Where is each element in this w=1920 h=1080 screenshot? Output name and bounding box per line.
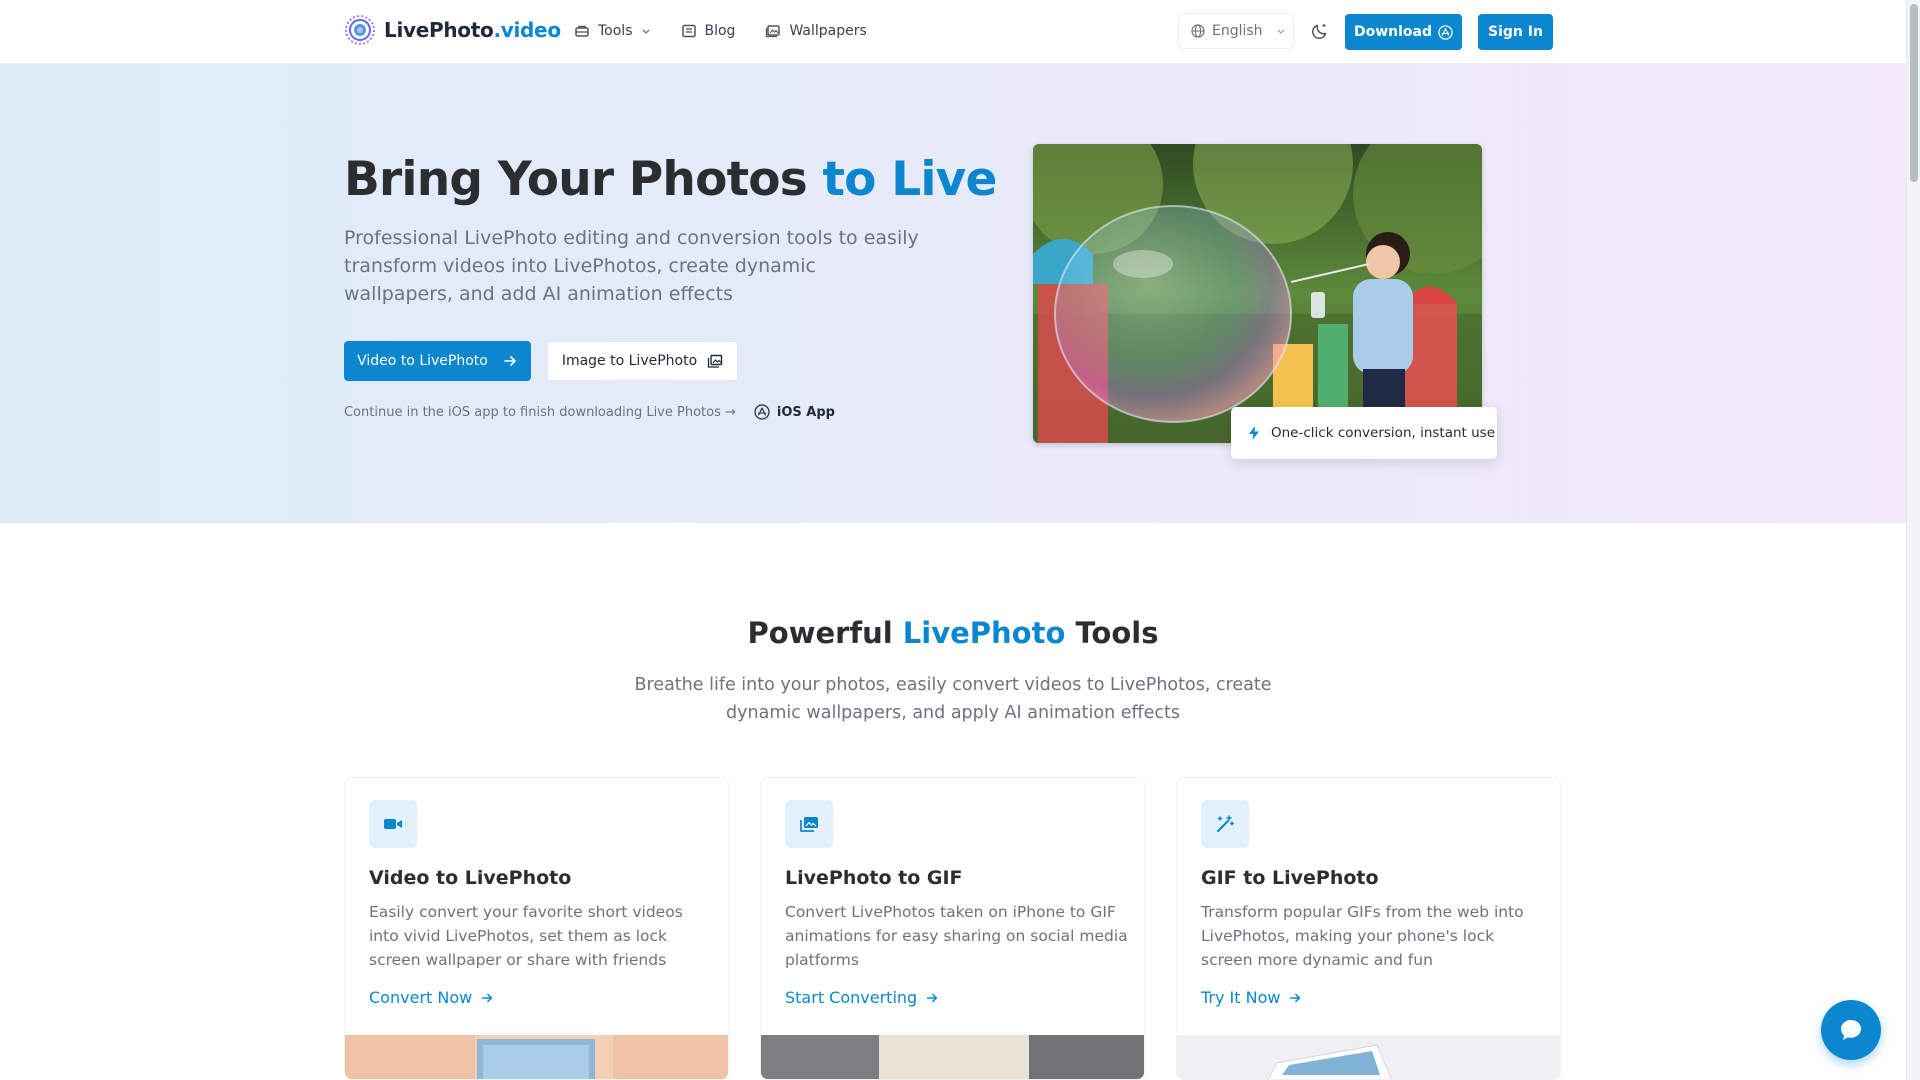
nav-blog-label: Blog	[704, 23, 736, 39]
images-icon	[800, 817, 818, 832]
video-to-livephoto-button[interactable]: Video to LivePhoto	[344, 341, 531, 381]
card-title: GIF to LivePhoto	[1201, 867, 1379, 889]
hero-subtitle: Professional LivePhoto editing and conve…	[344, 227, 919, 305]
try-it-now-link[interactable]: Try It Now	[1201, 988, 1302, 1007]
convert-now-link[interactable]: Convert Now	[369, 988, 494, 1007]
arrow-right-icon	[482, 993, 493, 1002]
nav-wallpapers-label: Wallpapers	[789, 23, 867, 39]
nav-blog[interactable]: Blog	[681, 23, 736, 39]
card-description: Easily convert your favorite short video…	[369, 903, 683, 969]
language-label: English	[1212, 23, 1263, 39]
ios-app-link[interactable]: iOS App	[754, 404, 835, 420]
lightning-icon	[1249, 426, 1259, 440]
card-icon-box	[369, 800, 417, 848]
hero-image	[1033, 144, 1482, 443]
card-link-label: Start Converting	[785, 988, 918, 1007]
download-button[interactable]: Download	[1345, 14, 1462, 50]
tool-card-gif-to-livephoto[interactable]: GIF to LivePhoto Transform popular GIFs …	[1176, 777, 1561, 1080]
ios-note-text: Continue in the iOS app to finish downlo…	[344, 404, 736, 420]
site-header: LivePhoto.video Tools Blog Wallpapers En…	[0, 0, 1906, 64]
ios-app-note: Continue in the iOS app to finish downlo…	[344, 404, 835, 420]
language-select[interactable]: English	[1178, 13, 1294, 49]
image-to-livephoto-button[interactable]: Image to LivePhoto	[547, 341, 738, 381]
image-to-livephoto-label: Image to LivePhoto	[561, 353, 698, 369]
globe-icon	[1191, 24, 1205, 38]
scrollbar-thumb[interactable]	[1910, 4, 1918, 182]
card-description: Convert LivePhotos taken on iPhone to GI…	[785, 903, 1128, 969]
card-icon-box	[785, 800, 833, 848]
page-scrollbar[interactable]	[1906, 0, 1920, 1080]
card-preview-image	[1177, 1035, 1560, 1079]
hero-title: Bring Your Photos to Live	[344, 152, 997, 207]
theme-toggle-button[interactable]	[1307, 18, 1333, 44]
card-link-label: Convert Now	[369, 988, 473, 1007]
tools-section-title: Powerful LivePhoto Tools	[747, 616, 1159, 650]
tools-icon	[575, 25, 589, 37]
logo-text: LivePhoto.video	[384, 18, 561, 42]
main-nav: Tools Blog Wallpapers	[574, 0, 867, 62]
images-icon	[708, 354, 723, 368]
card-preview-image	[345, 1035, 728, 1079]
magic-wand-icon	[1216, 815, 1235, 833]
video-camera-icon	[384, 819, 402, 829]
card-icon-box	[1201, 800, 1249, 848]
wallpapers-icon	[766, 25, 781, 38]
hero-section	[0, 64, 1906, 523]
card-description: Transform popular GIFs from the web into…	[1201, 903, 1524, 969]
nav-tools-label: Tools	[598, 23, 633, 39]
chat-button[interactable]	[1821, 1000, 1881, 1060]
arrow-right-icon	[504, 356, 516, 366]
feature-badge-text: One-click conversion, instant use	[1271, 425, 1496, 441]
nav-tools[interactable]: Tools	[574, 23, 651, 39]
tools-section-subtitle: Breathe life into your photos, easily co…	[634, 675, 1272, 723]
arrow-right-icon	[1290, 993, 1301, 1002]
sign-in-button[interactable]: Sign In	[1478, 14, 1553, 50]
ios-app-label: iOS App	[776, 404, 835, 420]
chat-bubble-icon	[1841, 1020, 1861, 1040]
aperture-logo-icon	[345, 15, 375, 45]
app-store-icon	[1438, 24, 1453, 40]
arrow-right-icon	[927, 993, 938, 1002]
logo[interactable]: LivePhoto.video	[344, 14, 561, 46]
feature-badge: One-click conversion, instant use	[1231, 407, 1497, 459]
chevron-down-icon	[1277, 29, 1285, 34]
card-preview-image	[761, 1035, 1144, 1079]
blog-icon	[681, 24, 696, 38]
tool-card-video-to-livephoto[interactable]: Video to LivePhoto Easily convert your f…	[344, 777, 729, 1080]
card-title: Video to LivePhoto	[369, 867, 572, 889]
card-link-label: Try It Now	[1201, 988, 1281, 1007]
tool-card-livephoto-to-gif[interactable]: LivePhoto to GIF Convert LivePhotos take…	[760, 777, 1145, 1080]
sign-in-label: Sign In	[1488, 24, 1543, 40]
video-to-livephoto-label: Video to LivePhoto	[357, 353, 488, 369]
card-title: LivePhoto to GIF	[785, 867, 963, 889]
start-converting-link[interactable]: Start Converting	[785, 988, 939, 1007]
app-store-icon	[754, 404, 770, 420]
nav-wallpapers[interactable]: Wallpapers	[765, 23, 867, 39]
chevron-down-icon	[642, 29, 649, 34]
moon-icon	[1311, 24, 1327, 40]
download-label: Download	[1353, 24, 1433, 40]
